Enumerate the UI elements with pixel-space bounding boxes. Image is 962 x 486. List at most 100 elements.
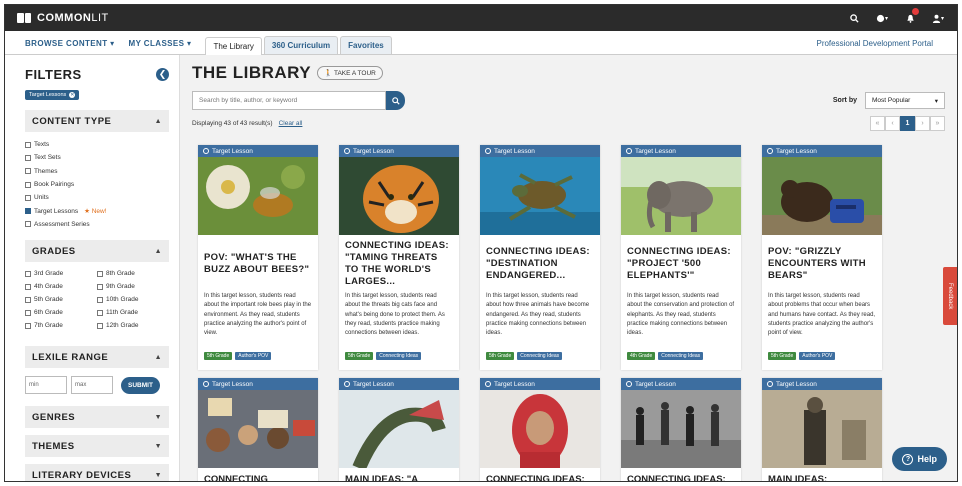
sort-label: Sort by	[832, 97, 857, 104]
lesson-image[interactable]	[480, 390, 600, 468]
filter-book-pairings[interactable]: Book Pairings	[25, 178, 169, 191]
lesson-card[interactable]: Target Lesson MAIN IDEAS: "A	[339, 378, 459, 481]
current-page[interactable]: 1	[900, 116, 915, 131]
help-button[interactable]: ? Help	[892, 447, 947, 471]
search-icon[interactable]	[847, 11, 861, 25]
lesson-image[interactable]	[339, 390, 459, 468]
lesson-title[interactable]: CONNECTING	[198, 468, 318, 481]
lesson-title[interactable]: CONNECTING IDEAS: "DESTINATION ENDANGERE…	[486, 246, 594, 282]
checkbox[interactable]	[25, 154, 31, 161]
checkbox[interactable]	[25, 168, 31, 175]
lesson-title[interactable]: MAIN IDEAS: "A	[339, 468, 459, 481]
grades-header[interactable]: GRADES ▲	[25, 240, 169, 263]
lesson-image[interactable]	[762, 157, 882, 235]
grade-12[interactable]: 12th Grade	[97, 319, 157, 332]
lesson-title[interactable]: CONNECTING IDEAS: "TAMING THREATS TO THE…	[345, 240, 453, 288]
lesson-card[interactable]: Target Lesson CONNECTING IDEAS: "TAMING …	[339, 145, 459, 370]
remove-filter-icon[interactable]: ✕	[69, 92, 76, 98]
sort-select[interactable]: Most Popular ▾	[865, 92, 945, 109]
lexile-section: LEXILE RANGE ▲ min max SUBMIT	[25, 346, 169, 395]
checkbox[interactable]	[25, 141, 31, 148]
take-a-tour-button[interactable]: 🚶 TAKE A TOUR	[317, 66, 383, 80]
lesson-card[interactable]: Target Lesson CONNECTING IDEAS: "DESTINA…	[480, 145, 600, 370]
lexile-max-input[interactable]: max	[71, 376, 113, 395]
lesson-title[interactable]: CONNECTING IDEAS: "FIRST	[621, 468, 741, 481]
commonlit-logo[interactable]: COMMONLIT	[17, 12, 109, 24]
lesson-image[interactable]	[198, 390, 318, 468]
bell-icon[interactable]	[903, 8, 919, 25]
filter-texts[interactable]: Texts	[25, 138, 169, 151]
lesson-card[interactable]: Target Lesson CONNECTING IDEAS: "MALALA	[480, 378, 600, 481]
tab-the-library[interactable]: The Library	[205, 37, 262, 55]
target-icon	[485, 381, 491, 387]
grade-10[interactable]: 10th Grade	[97, 293, 157, 306]
skill-tag: Connecting Ideas	[658, 352, 704, 360]
user-icon[interactable]: ▾	[931, 11, 945, 25]
lesson-card[interactable]: Target Lesson CONNECTING IDEAS: "FIRST	[621, 378, 741, 481]
filter-assessment-series[interactable]: Assessment Series	[25, 218, 169, 231]
tab-favorites[interactable]: Favorites	[340, 36, 392, 54]
grade-7[interactable]: 7th Grade	[25, 319, 97, 332]
professional-development-link[interactable]: Professional Development Portal	[816, 39, 933, 54]
active-filter-chip[interactable]: Target Lessons ✕	[25, 90, 80, 100]
literary-devices-header[interactable]: LITERARY DEVICES ▼	[25, 464, 169, 481]
lexile-submit-button[interactable]: SUBMIT	[121, 376, 160, 394]
skill-tag: Connecting Ideas	[376, 352, 422, 360]
checkbox[interactable]	[25, 194, 31, 201]
prev-page-button[interactable]: ‹	[885, 116, 900, 131]
grade-8[interactable]: 8th Grade	[97, 267, 157, 280]
themes-section: THEMES ▼	[25, 435, 169, 458]
lesson-card[interactable]: Target Lesson CONNECTING	[198, 378, 318, 481]
lesson-title[interactable]: POV: "WHAT'S THE BUZZ ABOUT BEES?"	[204, 252, 312, 276]
checkbox[interactable]	[25, 221, 31, 228]
lesson-title[interactable]: MAIN IDEAS:	[762, 468, 882, 481]
next-page-button[interactable]: ›	[915, 116, 930, 131]
filter-units[interactable]: Units	[25, 191, 169, 204]
globe-icon[interactable]: ▾	[875, 11, 889, 25]
lesson-image[interactable]	[339, 157, 459, 235]
lesson-image[interactable]	[621, 157, 741, 235]
my-classes-menu[interactable]: MY CLASSES ▾	[129, 39, 192, 54]
lexile-header[interactable]: LEXILE RANGE ▲	[25, 346, 169, 369]
chevron-up-icon: ▲	[154, 117, 162, 125]
lesson-image[interactable]	[480, 157, 600, 235]
chevron-down-icon: ▼	[154, 471, 162, 479]
browse-content-menu[interactable]: BROWSE CONTENT ▾	[25, 39, 115, 54]
grade-9[interactable]: 9th Grade	[97, 280, 157, 293]
filter-target-lessons[interactable]: Target Lessons ★ New!	[25, 204, 169, 217]
checkbox[interactable]	[25, 181, 31, 188]
search-input[interactable]: Search by title, author, or keyword	[192, 91, 386, 110]
genres-header[interactable]: GENRES ▼	[25, 406, 169, 429]
collapse-filters-button[interactable]: ❮	[156, 68, 169, 81]
lexile-min-input[interactable]: min	[25, 376, 67, 395]
filter-themes[interactable]: Themes	[25, 165, 169, 178]
themes-header[interactable]: THEMES ▼	[25, 435, 169, 458]
feedback-tab[interactable]: Feedback	[943, 267, 957, 325]
content-type-header[interactable]: CONTENT TYPE ▲	[25, 110, 169, 132]
grade-5[interactable]: 5th Grade	[25, 293, 97, 306]
lesson-card[interactable]: Target Lesson POV: "WHAT'S THE BUZZ ABOU…	[198, 145, 318, 370]
notification-badge	[912, 8, 919, 15]
lesson-title[interactable]: CONNECTING IDEAS: "PROJECT '500 ELEPHANT…	[627, 246, 735, 282]
lesson-image[interactable]	[762, 390, 882, 468]
lesson-card[interactable]: Target Lesson MAIN IDEAS:	[762, 378, 882, 481]
grade-4[interactable]: 4th Grade	[25, 280, 97, 293]
lesson-image[interactable]	[621, 390, 741, 468]
grade-6[interactable]: 6th Grade	[25, 306, 97, 319]
filter-text-sets[interactable]: Text Sets	[25, 151, 169, 164]
search-button[interactable]	[386, 91, 405, 110]
checkbox-checked[interactable]	[25, 208, 31, 215]
grade-11[interactable]: 11th Grade	[97, 306, 157, 319]
content-type-section: CONTENT TYPE ▲ Texts Text Sets Themes Boo…	[25, 110, 169, 231]
lesson-image[interactable]	[198, 157, 318, 235]
lesson-title[interactable]: CONNECTING IDEAS: "MALALA	[480, 468, 600, 481]
grade-3[interactable]: 3rd Grade	[25, 267, 97, 280]
lesson-card[interactable]: Target Lesson POV: "GRIZZLY ENCOUNTERS W…	[762, 145, 882, 370]
walk-icon: 🚶	[324, 70, 333, 77]
last-page-button[interactable]: »	[930, 116, 945, 131]
tab-360-curriculum[interactable]: 360 Curriculum	[263, 36, 339, 54]
clear-all-link[interactable]: Clear all	[279, 120, 303, 127]
lesson-card[interactable]: Target Lesson CONNECTING IDEAS: "PROJECT…	[621, 145, 741, 370]
first-page-button[interactable]: «	[870, 116, 885, 131]
lesson-title[interactable]: POV: "GRIZZLY ENCOUNTERS WITH BEARS"	[768, 246, 876, 282]
